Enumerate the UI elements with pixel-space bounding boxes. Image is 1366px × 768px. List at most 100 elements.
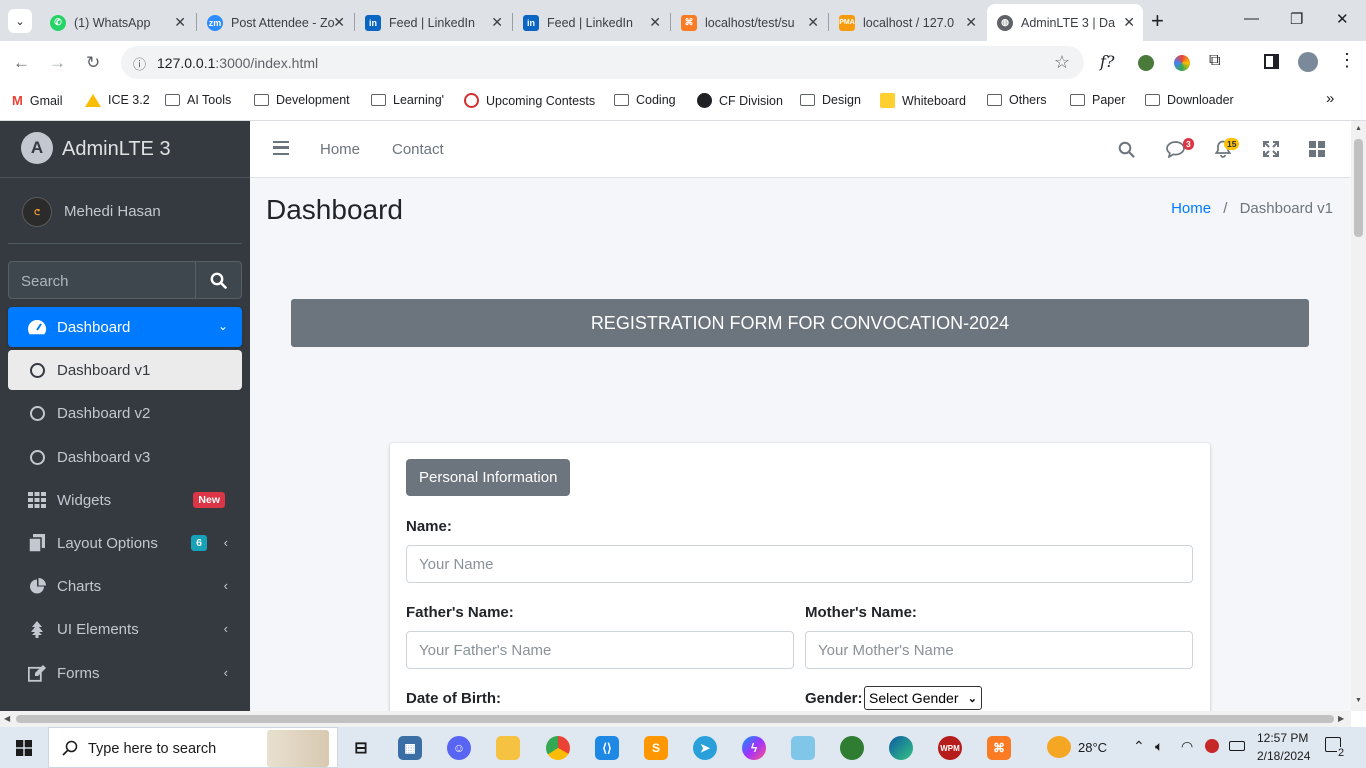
wifi-icon[interactable]: ◠	[1181, 738, 1193, 755]
search-icon[interactable]	[1118, 141, 1135, 158]
browser-tab-active[interactable]: ◍ AdminLTE 3 | Da ✕	[987, 4, 1143, 41]
bookmark-ice[interactable]: ICE 3.2	[85, 93, 150, 107]
reload-icon[interactable]: ↻	[86, 53, 100, 73]
horizontal-scroll-thumb[interactable]	[16, 715, 1334, 723]
sidebar-item-widgets[interactable]: Widgets New	[8, 480, 242, 520]
horizontal-scrollbar[interactable]: ◀ ▶	[0, 711, 1351, 727]
sidebar-item-dashboard[interactable]: Dashboard ⌄	[8, 307, 242, 347]
browser-tab[interactable]: in Feed | LinkedIn ✕	[513, 4, 669, 41]
sidebar-item-charts[interactable]: Charts ‹	[8, 566, 242, 606]
vertical-scroll-thumb[interactable]	[1354, 139, 1363, 237]
close-tab-icon[interactable]: ✕	[965, 14, 977, 31]
notepad-icon[interactable]	[791, 736, 815, 760]
nav-contact-link[interactable]: Contact	[392, 141, 444, 158]
sidebar-item-dashboard-v3[interactable]: Dashboard v3	[8, 437, 242, 477]
control-sidebar-th-large-icon[interactable]	[1309, 141, 1325, 157]
bookmark-coding[interactable]: Coding	[614, 93, 676, 107]
bookmark-design[interactable]: Design	[800, 93, 861, 107]
close-tab-icon[interactable]: ✕	[491, 14, 503, 31]
extensions-puzzle-icon[interactable]: ⧉	[1209, 52, 1220, 70]
volume-icon[interactable]: 🔈︎	[1155, 738, 1163, 755]
restore-icon[interactable]: ❐	[1290, 10, 1303, 28]
father-name-input[interactable]	[406, 631, 794, 669]
bookmark-star-icon[interactable]: ☆	[1054, 52, 1070, 73]
messenger-icon[interactable]: ϟ	[742, 736, 766, 760]
color-extension-icon[interactable]	[1174, 55, 1190, 71]
vscode-icon[interactable]: ⟨⟩	[595, 736, 619, 760]
chrome-icon[interactable]	[546, 736, 570, 760]
sidebar-item-layout-options[interactable]: Layout Options 6 ‹	[8, 523, 242, 563]
scroll-left-arrow-icon[interactable]: ◀	[4, 714, 10, 723]
sublime-text-icon[interactable]: S	[644, 736, 668, 760]
tab-search-button[interactable]: ⌄	[8, 9, 32, 33]
minimize-icon[interactable]: —	[1244, 10, 1259, 27]
name-input[interactable]	[406, 545, 1193, 583]
site-info-icon[interactable]: ⓘ	[133, 54, 146, 73]
close-tab-icon[interactable]: ✕	[649, 14, 661, 31]
bookmark-upcoming-contests[interactable]: Upcoming Contests	[464, 93, 595, 108]
close-tab-icon[interactable]: ✕	[333, 14, 345, 31]
sidebar-item-forms[interactable]: Forms ‹	[8, 653, 242, 693]
sidebar-search-button[interactable]	[195, 262, 241, 298]
earth-extension-icon[interactable]	[1138, 55, 1154, 71]
browser-tab[interactable]: ⌘ localhost/test/su ✕	[671, 4, 827, 41]
sidebar-item-ui-elements[interactable]: UI Elements ‹	[8, 609, 242, 649]
bookmark-cf-division[interactable]: CF Division	[697, 93, 783, 108]
battery-icon[interactable]	[1229, 741, 1245, 751]
close-tab-icon[interactable]: ✕	[807, 14, 819, 31]
sidebar-item-dashboard-v2[interactable]: Dashboard v2	[8, 393, 242, 433]
close-tab-icon[interactable]: ✕	[174, 14, 186, 31]
brand-link[interactable]: A AdminLTE 3	[0, 121, 250, 178]
nav-home-link[interactable]: Home	[320, 141, 360, 158]
gender-select[interactable]: Select Gender ⌄	[864, 686, 982, 710]
show-hidden-icons-chevron-icon[interactable]: ⌃	[1133, 738, 1145, 755]
calculator-icon[interactable]: ▦	[398, 736, 422, 760]
scroll-down-arrow-icon[interactable]: ▼	[1355, 697, 1362, 704]
url-omnibox[interactable]: ⓘ 127.0.0.1:3000/index.html ☆	[121, 46, 1084, 79]
earth-app-icon[interactable]	[840, 736, 864, 760]
scroll-up-arrow-icon[interactable]: ▲	[1355, 125, 1362, 132]
clock-date[interactable]: 2/18/2024	[1257, 749, 1310, 763]
taskbar-search-box[interactable]: Type here to search	[48, 727, 338, 768]
bookmark-learning[interactable]: Learning'	[371, 93, 444, 107]
edge-icon[interactable]	[889, 736, 913, 760]
xampp-icon[interactable]: ⌘	[987, 736, 1011, 760]
chrome-menu-icon[interactable]: ⋮	[1338, 50, 1356, 71]
mcafee-icon[interactable]	[1205, 739, 1219, 753]
browser-tab[interactable]: PMA localhost / 127.0 ✕	[829, 4, 985, 41]
profile-avatar[interactable]	[1298, 52, 1318, 72]
wpm-app-icon[interactable]: WPM	[938, 736, 962, 760]
file-explorer-icon[interactable]	[496, 736, 520, 760]
bookmark-whiteboard[interactable]: Whiteboard	[880, 93, 966, 108]
close-window-icon[interactable]: ✕	[1336, 10, 1349, 28]
telegram-icon[interactable]: ➤	[693, 736, 717, 760]
formula-extension-icon[interactable]: f?	[1100, 52, 1115, 71]
clock-time[interactable]: 12:57 PM	[1257, 731, 1308, 745]
task-view-icon[interactable]: ⊟	[349, 736, 373, 760]
browser-tab[interactable]: ✆ (1) WhatsApp ✕	[40, 4, 194, 41]
back-arrow-icon[interactable]: ←	[13, 53, 30, 73]
windows-start-icon[interactable]	[16, 740, 32, 756]
user-panel[interactable]: ᕦ Mehedi Hasan	[8, 179, 242, 244]
weather-temperature[interactable]: 28°C	[1078, 740, 1107, 755]
bookmark-ai-tools[interactable]: AI Tools	[165, 93, 231, 107]
more-bookmarks-chevron-icon[interactable]: »	[1326, 90, 1334, 107]
hamburger-menu-icon[interactable]	[273, 141, 289, 155]
scroll-right-arrow-icon[interactable]: ▶	[1338, 714, 1344, 723]
fullscreen-expand-icon[interactable]	[1263, 141, 1279, 157]
bookmark-gmail[interactable]: M Gmail	[12, 93, 63, 108]
browser-tab[interactable]: in Feed | LinkedIn ✕	[355, 4, 511, 41]
bookmark-paper[interactable]: Paper	[1070, 93, 1125, 107]
new-tab-plus-icon[interactable]: +	[1151, 8, 1164, 34]
forward-arrow-icon[interactable]: →	[49, 53, 66, 73]
sidebar-item-dashboard-v1[interactable]: Dashboard v1	[8, 350, 242, 390]
browser-tab[interactable]: zm Post Attendee - Zoom ✕	[197, 4, 353, 41]
discord-icon[interactable]: ☺	[447, 736, 471, 760]
bookmark-others[interactable]: Others	[987, 93, 1047, 107]
personal-information-button[interactable]: Personal Information	[406, 459, 571, 496]
bookmark-downloader[interactable]: Downloader	[1145, 93, 1234, 107]
vertical-scrollbar[interactable]: ▲ ▼	[1351, 121, 1366, 711]
bookmark-development[interactable]: Development	[254, 93, 350, 107]
breadcrumb-home-link[interactable]: Home	[1171, 200, 1211, 217]
sidebar-search-input[interactable]: Search	[8, 261, 242, 299]
